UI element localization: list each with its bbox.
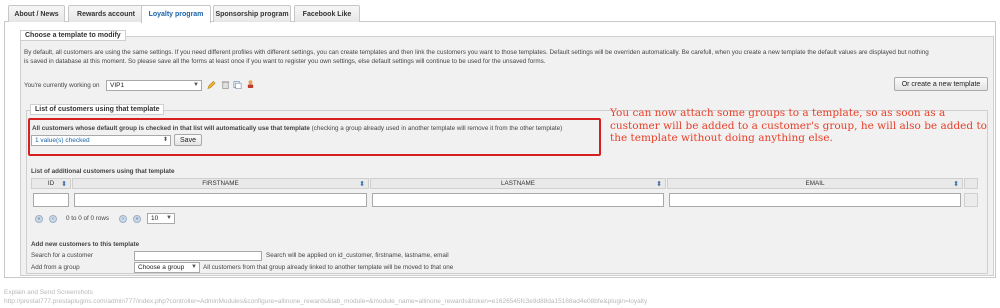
tab-loyalty-program[interactable]: Loyalty program: [141, 5, 211, 23]
sort-icon: ⬍: [656, 181, 662, 188]
groups-multiselect[interactable]: 1 value(s) checked ⬍: [31, 135, 171, 146]
template-select-value: VIP1: [110, 82, 125, 89]
chevron-down-icon: ▼: [166, 215, 172, 221]
template-select[interactable]: VIP1 ▼: [106, 80, 202, 91]
tab-bar: About / News Rewards account Loyalty pro…: [4, 0, 996, 23]
add-from-group-label: Add from a group: [31, 264, 80, 271]
sort-icon: ⬍: [953, 181, 959, 188]
filter-lastname-input[interactable]: [372, 193, 664, 207]
footer-caption: Explain and Send Screenshots: [4, 289, 93, 296]
groups-label: All customers whose default group is che…: [32, 124, 562, 133]
groups-label-bold: All customers whose default group is che…: [32, 125, 310, 132]
tab-label: Sponsorship program: [215, 10, 289, 18]
next-page-icon[interactable]: ›: [119, 215, 127, 223]
sort-icon: ⬍: [61, 181, 67, 188]
additional-customers-title: List of additional customers using that …: [31, 168, 175, 175]
previous-page-icon[interactable]: ‹: [49, 215, 57, 223]
template-description-2: is saved in database at this moment. So …: [24, 58, 546, 65]
customer-user-icon[interactable]: [246, 79, 255, 89]
column-header-firstname[interactable]: FIRSTNAME ⬍: [72, 178, 369, 189]
first-page-icon[interactable]: «: [35, 215, 43, 223]
groups-multiselect-value: 1 value(s) checked: [35, 137, 90, 144]
filter-spacer: [964, 193, 978, 207]
filter-email-input[interactable]: [669, 193, 961, 207]
tab-label: Rewards account: [77, 10, 135, 18]
annotation-note: You can now attach some groups to a temp…: [610, 107, 987, 144]
search-customer-label: Search for a customer: [31, 252, 93, 259]
column-header-id[interactable]: ID ⬍: [31, 178, 71, 189]
column-header-spacer: [964, 178, 978, 189]
group-hint: All customers from that group already li…: [203, 264, 454, 271]
tab-label: Facebook Like: [302, 10, 352, 18]
add-customers-title: Add new customers to this template: [31, 241, 140, 248]
tab-rewards-account[interactable]: Rewards account: [68, 5, 144, 22]
save-groups-button[interactable]: Save: [174, 134, 202, 146]
pager-text: 0 to 0 of 0 rows: [66, 215, 110, 222]
page-size-select[interactable]: 10 ▼: [147, 213, 175, 224]
customers-legend: List of customers using that template: [30, 104, 165, 115]
tab-label: About / News: [14, 10, 59, 18]
create-template-button[interactable]: Or create a new template: [894, 77, 988, 91]
groups-label-rest: (checking a group already used in anothe…: [311, 125, 563, 132]
last-page-icon[interactable]: »: [133, 215, 141, 223]
template-legend: Choose a template to modify: [20, 30, 126, 41]
tab-label: Loyalty program: [148, 11, 204, 18]
template-description-1: By default, all customers are using the …: [24, 49, 929, 56]
column-header-email[interactable]: EMAIL ⬍: [667, 178, 963, 189]
column-header-label: ID: [47, 180, 55, 187]
duplicate-icon[interactable]: [233, 80, 242, 90]
column-header-label: LASTNAME: [501, 180, 535, 187]
filter-firstname-input[interactable]: [74, 193, 367, 207]
working-on-label: You're currently working on: [24, 82, 100, 89]
add-group-select-value: Choose a group: [138, 264, 185, 271]
add-group-select[interactable]: Choose a group ▼: [134, 262, 200, 273]
footer-url: http://prestat777.prestaplugins.com/admi…: [4, 298, 648, 305]
search-hint: Search will be applied on id_customer, f…: [266, 252, 449, 259]
chevron-down-icon: ▼: [191, 264, 197, 270]
create-template-label: Or create a new template: [901, 80, 981, 88]
column-header-lastname[interactable]: LASTNAME ⬍: [370, 178, 666, 189]
filter-id-input[interactable]: [33, 193, 69, 207]
tab-sponsorship-program[interactable]: Sponsorship program: [213, 5, 291, 22]
save-groups-label: Save: [180, 136, 196, 144]
tab-facebook-like[interactable]: Facebook Like: [294, 5, 360, 22]
chevron-down-icon: ▼: [193, 82, 199, 88]
column-header-label: FIRSTNAME: [202, 180, 239, 187]
sort-icon: ⬍: [359, 181, 365, 188]
search-customer-input[interactable]: [134, 251, 262, 261]
page-size-value: 10: [151, 215, 159, 222]
chevron-updown-icon: ⬍: [162, 137, 168, 143]
delete-trash-icon[interactable]: [221, 80, 230, 90]
edit-pencil-icon[interactable]: [207, 80, 216, 90]
tab-about-news[interactable]: About / News: [8, 5, 65, 22]
column-header-label: EMAIL: [805, 180, 825, 187]
